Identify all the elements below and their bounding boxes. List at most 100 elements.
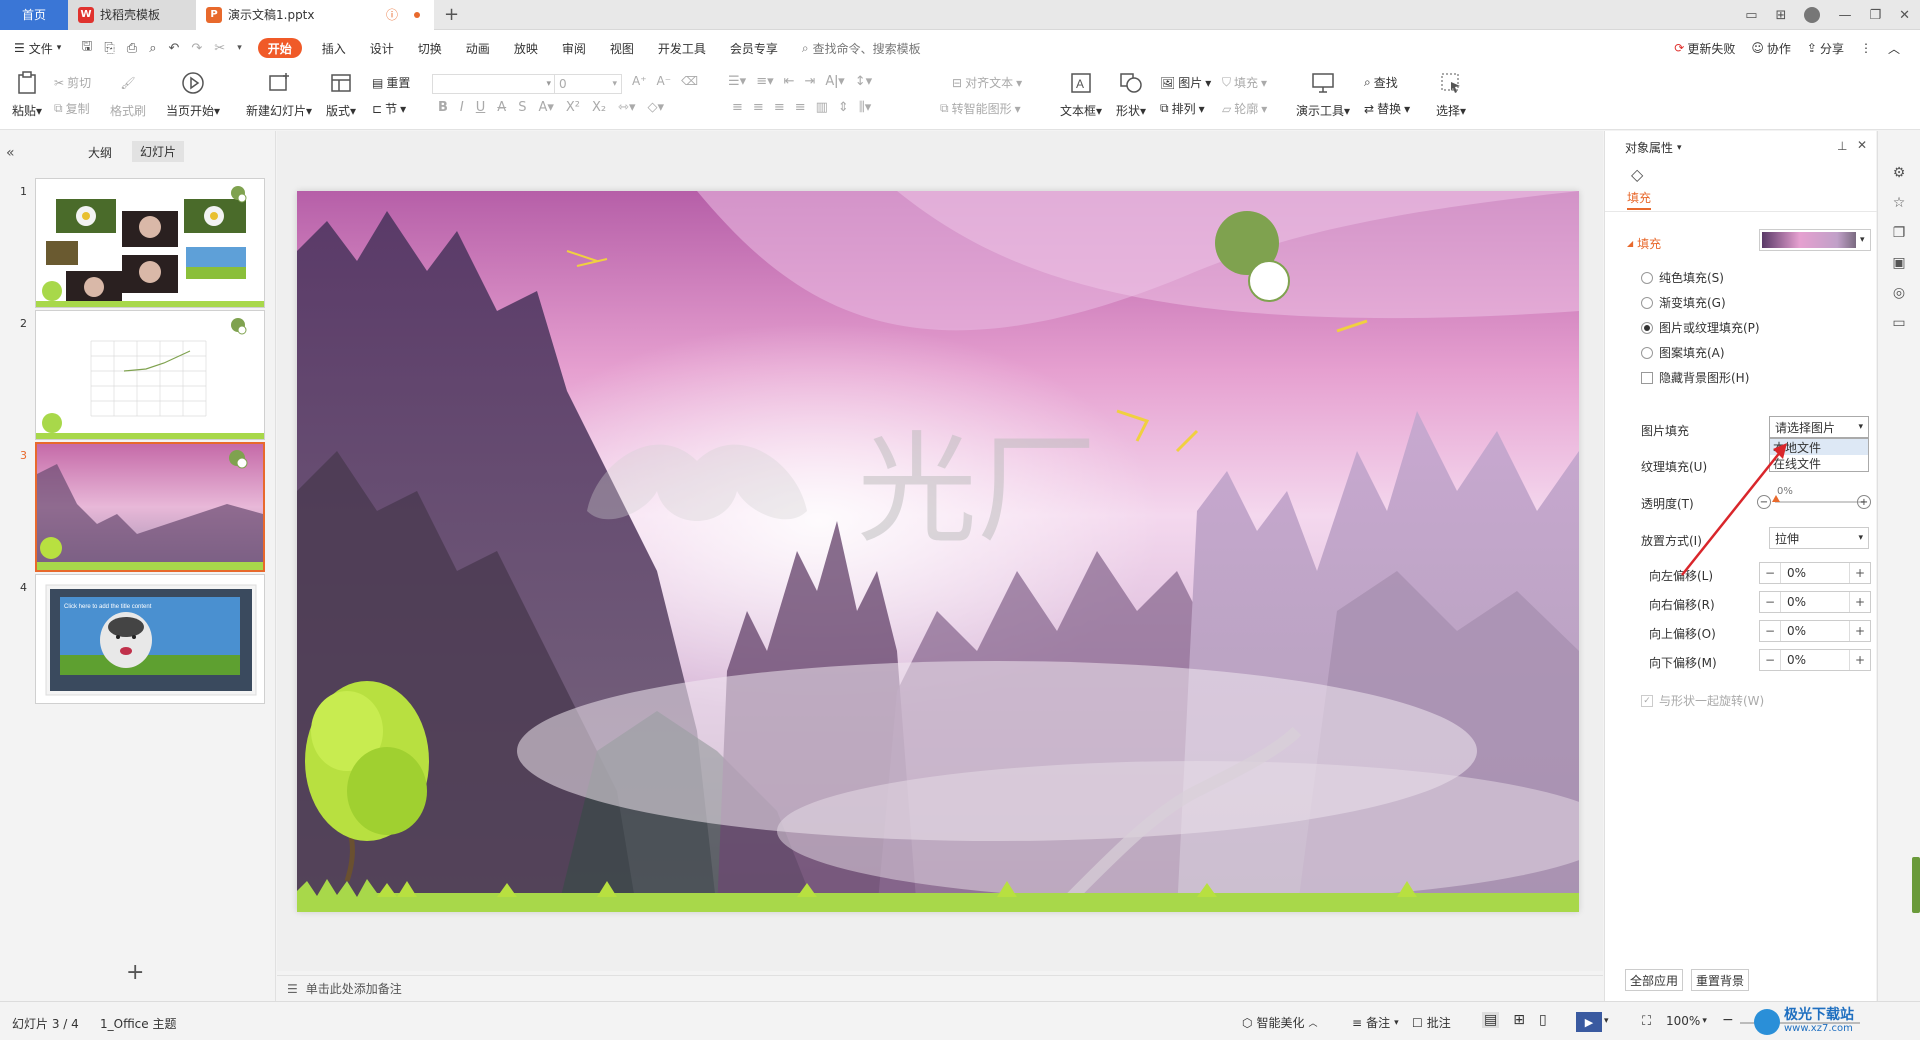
offset-right-value[interactable]: 0% xyxy=(1780,592,1850,612)
new-slide-button[interactable]: 新建幻灯片▾ xyxy=(246,70,312,119)
decrease-font-icon[interactable]: A⁻ xyxy=(657,74,672,88)
plus-icon[interactable]: + xyxy=(1850,653,1870,667)
plus-icon[interactable]: + xyxy=(1850,624,1870,638)
play-slideshow-button[interactable]: ▶ xyxy=(1576,1012,1602,1032)
presentation-tools-button[interactable]: 演示工具▾ xyxy=(1296,70,1350,119)
bullet-list-icon[interactable]: ☰▾ xyxy=(728,74,746,89)
collaborate-button[interactable]: ☺ 协作 xyxy=(1751,40,1791,57)
tab-template[interactable]: W 找稻壳模板 xyxy=(68,0,196,30)
slide-thumbnail-4[interactable]: Click here to add the title content xyxy=(35,574,265,704)
notes-bar[interactable]: ☰ 单击此处添加备注 xyxy=(277,975,1603,1001)
shape-button[interactable]: 形状▾ xyxy=(1116,70,1146,119)
menu-tab-view[interactable]: 视图 xyxy=(598,30,646,66)
slide-thumbnail-1[interactable] xyxy=(35,178,265,308)
italic-icon[interactable]: I xyxy=(460,100,464,115)
bold-icon[interactable]: B xyxy=(438,100,448,115)
update-failed-button[interactable]: ⟳ 更新失败 xyxy=(1674,40,1735,57)
section-button[interactable]: ⊏ 节 ▾ xyxy=(372,100,406,117)
shadow-text-icon[interactable]: S xyxy=(518,100,526,115)
comments-button[interactable]: ☐ 批注 xyxy=(1412,1014,1451,1031)
slide-canvas[interactable]: 光厂 xyxy=(297,191,1579,912)
arrange-button[interactable]: ⧉ 排列 ▾ xyxy=(1160,100,1205,117)
normal-view-icon[interactable]: ▤ xyxy=(1482,1012,1500,1028)
outline-button[interactable]: ▱ 轮廓 ▾ xyxy=(1222,100,1267,117)
menu-tab-developer[interactable]: 开发工具 xyxy=(646,30,718,66)
font-size-select[interactable]: 0 ▾ xyxy=(554,74,622,94)
align-left-icon[interactable]: ≡ xyxy=(732,100,743,115)
white-circle-shape[interactable] xyxy=(1248,260,1290,302)
menu-tab-start[interactable]: 开始 xyxy=(257,38,302,58)
properties-icon[interactable]: ⚙ xyxy=(1889,163,1909,183)
transparency-increase-button[interactable]: + xyxy=(1857,495,1871,509)
avatar[interactable] xyxy=(1804,7,1821,23)
print-preview-icon[interactable]: ⌕ xyxy=(149,41,156,56)
plus-icon[interactable]: + xyxy=(1850,566,1870,580)
warning-icon[interactable]: ⓘ xyxy=(386,6,398,23)
reading-view-icon[interactable]: ▯ xyxy=(1539,1012,1547,1028)
align-text-button[interactable]: ⊟ 对齐文本 ▾ xyxy=(952,74,1022,91)
print-icon[interactable]: ⎙ xyxy=(127,41,137,56)
zoom-out-icon[interactable]: − xyxy=(1722,1012,1734,1028)
minus-icon[interactable]: − xyxy=(1760,624,1780,638)
offset-right-stepper[interactable]: −0% + xyxy=(1759,591,1871,613)
star-icon[interactable]: ☆ xyxy=(1889,193,1909,213)
reset-background-button[interactable]: 重置背景 xyxy=(1691,969,1749,991)
play-options-chevron-icon[interactable]: ▾ xyxy=(1604,1016,1609,1026)
minimize-icon[interactable]: — xyxy=(1838,8,1851,23)
offset-bottom-stepper[interactable]: −0% + xyxy=(1759,649,1871,671)
replace-button[interactable]: ⇄ 替换 ▾ xyxy=(1364,100,1410,117)
apply-all-button[interactable]: 全部应用 xyxy=(1625,969,1683,991)
picture-button[interactable]: 🖼 图片 ▾ xyxy=(1160,74,1211,91)
slide-thumbnail-3[interactable] xyxy=(35,442,265,572)
fill-button[interactable]: ⛉ 填充 ▾ xyxy=(1222,74,1267,91)
pin-icon[interactable]: ⊥ xyxy=(1837,139,1847,153)
export-pdf-icon[interactable]: ⎘ xyxy=(104,41,114,56)
slides-icon[interactable]: ❐ xyxy=(1889,223,1909,243)
convert-smartart-button[interactable]: ⧉ 转智能图形 ▾ xyxy=(940,100,1021,117)
menu-tab-transition[interactable]: 切换 xyxy=(406,30,454,66)
collapse-ribbon-icon[interactable]: ︿ xyxy=(1888,40,1900,57)
columns-icon[interactable]: ⫼▾ xyxy=(859,100,872,115)
close-panel-icon[interactable]: ✕ xyxy=(1857,138,1867,152)
reset-button[interactable]: ▤ 重置 xyxy=(372,74,410,91)
menu-tab-slideshow[interactable]: 放映 xyxy=(502,30,550,66)
undo-icon[interactable]: ↶ xyxy=(168,41,179,56)
strikethrough-icon[interactable]: A xyxy=(497,100,506,115)
minus-icon[interactable]: − xyxy=(1760,653,1780,667)
eraser-icon[interactable]: ⌫ xyxy=(681,74,698,88)
grid-apps-icon[interactable]: ⊞ xyxy=(1776,8,1787,23)
text-direction-icon[interactable]: Aǀ▾ xyxy=(825,74,844,89)
align-right-icon[interactable]: ≡ xyxy=(774,100,785,115)
menu-tab-design[interactable]: 设计 xyxy=(358,30,406,66)
distribute-icon[interactable]: ▥ xyxy=(816,100,828,115)
book-icon[interactable]: ▭ xyxy=(1889,313,1909,333)
paste-button[interactable]: 粘贴▾ xyxy=(12,70,42,119)
new-tab-button[interactable]: + xyxy=(434,0,469,30)
side-tab-handle[interactable] xyxy=(1912,857,1920,913)
line-spacing-icon[interactable]: ↕▾ xyxy=(855,74,872,89)
minus-icon[interactable]: − xyxy=(1760,595,1780,609)
font-color-icon[interactable]: A▾ xyxy=(538,100,553,115)
para-spacing-icon[interactable]: ⇕ xyxy=(838,100,849,115)
justify-icon[interactable]: ≡ xyxy=(795,100,806,115)
cut-button[interactable]: ✂ 剪切 xyxy=(54,74,91,91)
select-button[interactable]: 选择▾ xyxy=(1436,70,1466,119)
plus-icon[interactable]: + xyxy=(1850,595,1870,609)
format-painter-button[interactable]: 🖌 格式刷 xyxy=(110,70,146,119)
underline-icon[interactable]: U xyxy=(476,100,486,115)
menu-tab-member[interactable]: 会员专享 xyxy=(718,30,790,66)
share-button[interactable]: ⇪ 分享 xyxy=(1807,40,1844,57)
increase-font-icon[interactable]: A⁺ xyxy=(632,74,647,88)
slide-thumbnail-2[interactable] xyxy=(35,310,265,440)
add-slide-button[interactable]: + xyxy=(126,960,144,985)
image-icon[interactable]: ▣ xyxy=(1889,253,1909,273)
qat-more-icon[interactable]: ▾ xyxy=(237,43,242,53)
offset-bottom-value[interactable]: 0% xyxy=(1780,650,1850,670)
close-icon[interactable]: ✕ xyxy=(1899,8,1910,23)
char-spacing-icon[interactable]: ⇿▾ xyxy=(618,100,635,115)
highlight-icon[interactable]: ◇▾ xyxy=(648,100,665,115)
tab-outline[interactable]: 大纲 xyxy=(88,144,112,161)
restore-icon[interactable]: ❐ xyxy=(1869,8,1881,23)
tab-home[interactable]: 首页 xyxy=(0,0,68,30)
theme-name[interactable]: 1_Office 主题 xyxy=(100,1015,176,1032)
